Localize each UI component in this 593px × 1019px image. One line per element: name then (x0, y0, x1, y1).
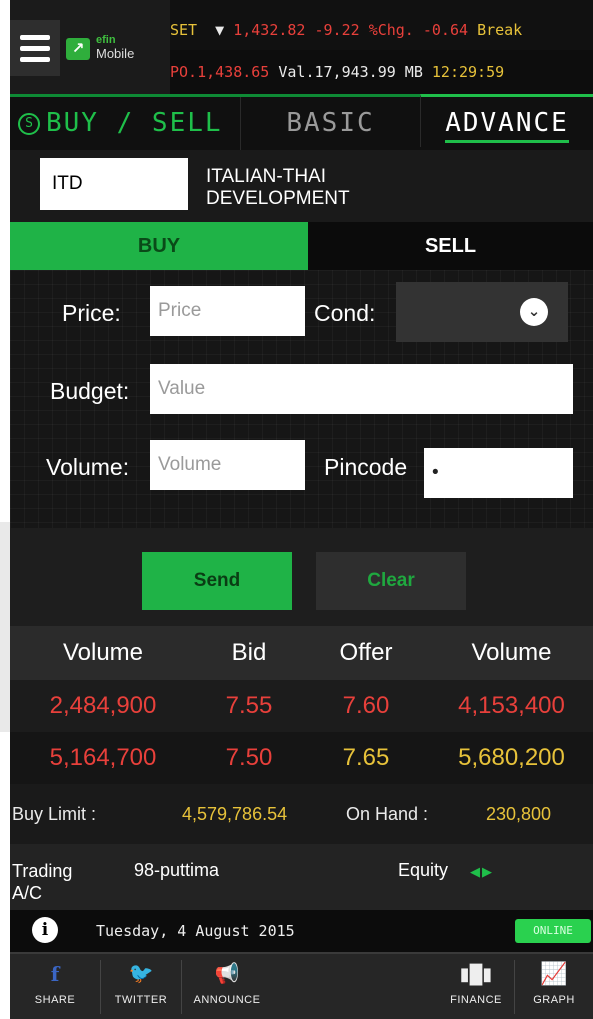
share-label: SHARE (34, 994, 76, 1006)
equity-label: Equity (398, 860, 449, 880)
megaphone-icon: 📢 (214, 963, 240, 985)
info-icon[interactable]: i (32, 917, 58, 943)
tab-buy-sell-label: BUY / SELL (46, 108, 223, 138)
twitter-button[interactable]: 🐦 TWITTER (101, 954, 181, 1019)
facebook-icon: f (50, 962, 60, 986)
tab-basic[interactable]: BASIC (240, 97, 420, 150)
stock-full-name: ITALIAN-THAI DEVELOPMENT (206, 166, 350, 209)
current-date: Tuesday, 4 August 2015 (96, 922, 295, 940)
trading-account-row: Trading A/C 98-puttima Equity ◀▶ (10, 844, 593, 910)
bid-price-cell: 7.55 (225, 692, 273, 719)
offer-price-cell: 7.65 (342, 744, 390, 771)
twitter-bird-icon: 🐦 (128, 963, 154, 985)
efin-logo: ↗ efin Mobile (66, 30, 166, 70)
logo-arrow-icon: ↗ (66, 38, 90, 60)
bid-volume-cell: 5,164,700 (49, 744, 157, 771)
mode-tabs: S BUY / SELL BASIC ADVANCE (10, 94, 593, 150)
finance-button[interactable]: ▮█▮ FINANCE (440, 954, 512, 1019)
depth-row: 2,484,900 7.55 7.60 4,153,400 (10, 680, 593, 732)
twitter-label: TWITTER (114, 994, 168, 1006)
sell-side-button[interactable]: SELL (308, 222, 593, 270)
market-depth-header: Volume Bid Offer Volume (10, 626, 593, 680)
menu-icon-bar (20, 56, 50, 62)
pincode-input[interactable] (424, 448, 573, 498)
po-value: PO.1,438.65 (170, 63, 270, 81)
status-bar: i Tuesday, 4 August 2015 ONLINE (10, 910, 593, 952)
volume-label: Volume: (46, 454, 130, 480)
finance-label: FINANCE (450, 994, 502, 1006)
index-change: -9.22 (314, 21, 360, 39)
graph-button[interactable]: 📈 GRAPH (515, 954, 593, 1019)
left-margin-strip (0, 522, 10, 732)
tab-advance-label: ADVANCE (445, 108, 569, 143)
chevron-down-icon: ⌄ (520, 298, 548, 326)
index-ticker-line-2: PO.1,438.65 Val.17,943.99 MB 12:29:59 (170, 50, 593, 94)
share-button[interactable]: f SHARE (10, 954, 100, 1019)
bid-price-cell: 7.50 (225, 744, 273, 771)
budget-input[interactable] (150, 364, 573, 414)
stock-selector: ITALIAN-THAI DEVELOPMENT (10, 150, 593, 222)
index-name: SET (170, 21, 198, 39)
online-badge: ONLINE (515, 919, 591, 943)
buy-side-button[interactable]: BUY (10, 222, 308, 270)
offer-header: Offer (339, 639, 393, 666)
order-side-toggle: BUY SELL (10, 222, 593, 270)
send-button[interactable]: Send (142, 552, 292, 610)
bid-header: Bid (231, 639, 267, 666)
clear-button[interactable]: Clear (316, 552, 466, 610)
tab-buy-sell[interactable]: S BUY / SELL (10, 97, 240, 150)
buy-limit-value: 4,579,786.54 (182, 804, 288, 824)
on-hand-value: 230,800 (486, 804, 552, 824)
bar-chart-icon: ▮█▮ (459, 964, 493, 984)
index-ticker-line-1: SET ▼ 1,432.82 -9.22 %Chg. -0.64 Break (170, 0, 593, 50)
left-right-arrow-icon[interactable]: ◀▶ (470, 864, 494, 880)
buy-limit-label: Buy Limit : (12, 804, 97, 824)
cond-label: Cond: (314, 300, 376, 326)
offer-price-cell: 7.60 (342, 692, 390, 719)
logo-mobile-text: Mobile (96, 46, 135, 61)
line-graph-icon: 📈 (540, 961, 568, 986)
bottom-toolbar: f SHARE 🐦 TWITTER 📢 ANNOUNCE ▮█▮ FINANCE… (10, 952, 593, 1019)
price-input[interactable] (150, 286, 305, 336)
index-pct-change: %Chg. -0.64 (368, 21, 469, 39)
volume-input[interactable] (150, 440, 305, 490)
tab-advance[interactable]: ADVANCE (420, 94, 593, 147)
market-header: ↗ efin Mobile SET ▼ 1,432.82 -9.22 %Chg.… (10, 0, 593, 94)
condition-select[interactable]: ⌄ (396, 282, 568, 342)
limit-summary: Buy Limit : 4,579,786.54 On Hand : 230,8… (10, 784, 593, 844)
menu-icon-bar (20, 34, 50, 40)
efin-mobile-app: ↗ efin Mobile SET ▼ 1,432.82 -9.22 %Chg.… (10, 0, 593, 1019)
trading-account-label: Trading A/C (12, 861, 73, 903)
break-label: Break (477, 21, 523, 39)
stock-symbol-input[interactable] (40, 158, 188, 210)
graph-label: GRAPH (533, 994, 575, 1006)
on-hand-label: On Hand : (346, 804, 429, 824)
trading-account-value[interactable]: 98-puttima (134, 860, 219, 881)
logo-efin-text: efin (96, 34, 116, 46)
announce-button[interactable]: 📢 ANNOUNCE (182, 954, 272, 1019)
down-triangle-icon: ▼ (206, 21, 225, 39)
announce-label: ANNOUNCE (193, 994, 261, 1006)
offer-volume-cell: 5,680,200 (458, 744, 565, 771)
index-value: 1,432.82 (233, 21, 306, 39)
hamburger-menu-button[interactable] (10, 20, 60, 76)
pincode-label: Pincode (324, 454, 408, 480)
menu-icon-bar (20, 45, 50, 51)
bid-volume-header: Volume (62, 639, 144, 666)
market-time: 12:29:59 (431, 63, 505, 81)
offer-volume-header: Volume (471, 639, 552, 666)
trade-value: Val.17,943.99 MB (278, 63, 423, 81)
order-form: Price: Cond: ⌄ Budget: Volume: Pincode (10, 270, 593, 528)
price-label: Price: (62, 300, 121, 326)
offer-volume-cell: 4,153,400 (458, 692, 565, 719)
order-actions: Send Clear (10, 528, 593, 626)
budget-label: Budget: (50, 378, 130, 404)
depth-row: 5,164,700 7.50 7.65 5,680,200 (10, 732, 593, 784)
dollar-circle-icon: S (18, 113, 40, 135)
bid-volume-cell: 2,484,900 (49, 692, 157, 719)
